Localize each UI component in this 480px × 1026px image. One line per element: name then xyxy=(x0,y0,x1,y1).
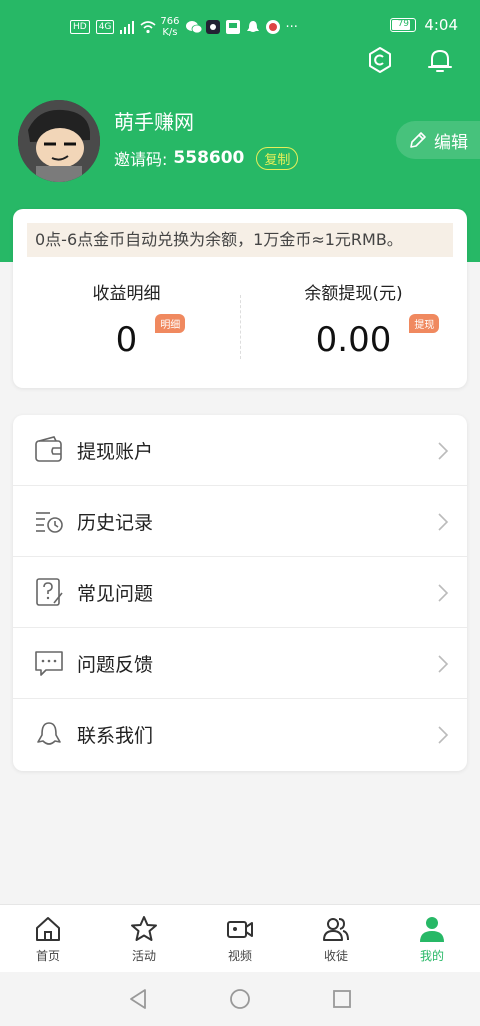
income-detail[interactable]: 收益明细 0 明细 xyxy=(13,279,240,360)
bottom-nav: 首页 活动 视频 收徒 我的 xyxy=(0,904,480,972)
chevron-right-icon xyxy=(438,584,449,602)
menu-list: 提现账户 历史记录 常见问题 问题反馈 联系我们 xyxy=(13,415,467,771)
video-icon xyxy=(227,921,253,938)
menu-item-label: 联系我们 xyxy=(77,725,154,747)
balance-value: 0.00 xyxy=(315,320,392,360)
system-nav-bar xyxy=(0,972,480,1026)
settings-icon[interactable] xyxy=(364,44,396,76)
chevron-right-icon xyxy=(438,442,449,460)
net-speed: 766 K/s xyxy=(160,16,179,38)
wifi-icon xyxy=(140,20,156,34)
balance-withdraw[interactable]: 余额提现(元) 0.00 提现 xyxy=(240,279,467,360)
faq-icon xyxy=(33,576,65,608)
home-circle-icon[interactable] xyxy=(229,988,251,1010)
income-value: 0 xyxy=(115,320,138,360)
network-badge: 4G xyxy=(95,20,115,34)
menu-item-history[interactable]: 历史记录 xyxy=(13,486,467,557)
clock: 4:04 xyxy=(424,16,458,34)
username: 萌手赚网 xyxy=(114,110,194,134)
menu-item-label: 问题反馈 xyxy=(77,653,154,676)
nav-label: 我的 xyxy=(419,949,444,963)
balance-label: 余额提现(元) xyxy=(304,284,403,304)
nav-mine[interactable]: 我的 xyxy=(384,905,480,972)
more-notifications-icon: ··· xyxy=(285,19,298,35)
qq-icon xyxy=(246,20,260,34)
wallet-icon xyxy=(33,434,65,466)
app-icon xyxy=(205,20,220,34)
recents-icon[interactable] xyxy=(331,988,353,1010)
net-speed-value: 766 xyxy=(160,16,180,27)
battery-level: 79 xyxy=(397,19,410,29)
nav-label: 活动 xyxy=(131,949,156,963)
nav-home[interactable]: 首页 xyxy=(0,905,96,972)
chevron-right-icon xyxy=(438,726,449,744)
app-icon xyxy=(225,20,240,34)
earnings-card: 0点-6点金币自动兑换为余额，1万金币≈1元RMB。 收益明细 0 明细 余额提… xyxy=(13,209,467,388)
app-icon xyxy=(265,20,280,34)
net-speed-unit: K/s xyxy=(162,27,178,38)
menu-item-contact[interactable]: 联系我们 xyxy=(13,699,467,770)
history-icon xyxy=(33,505,65,537)
nav-label: 首页 xyxy=(35,949,60,963)
nav-label: 视频 xyxy=(227,949,252,963)
nav-label: 收徒 xyxy=(323,949,348,963)
menu-item-label: 常见问题 xyxy=(77,582,154,605)
feedback-icon xyxy=(33,647,65,679)
qq-icon xyxy=(33,719,65,751)
nav-video[interactable]: 视频 xyxy=(192,905,288,972)
star-icon xyxy=(131,916,157,941)
invite-label: 邀请码: xyxy=(114,150,168,169)
invite-code-row: 邀请码: 558600 复制 xyxy=(114,146,299,170)
avatar[interactable] xyxy=(18,100,100,182)
income-detail-tag[interactable]: 明细 xyxy=(155,314,186,333)
chevron-right-icon xyxy=(438,655,449,673)
copy-button[interactable]: 复制 xyxy=(256,146,299,170)
hd-badge: HD xyxy=(70,20,90,34)
users-icon xyxy=(323,918,349,941)
withdraw-tag[interactable]: 提现 xyxy=(409,314,440,333)
menu-item-feedback[interactable]: 问题反馈 xyxy=(13,628,467,699)
back-icon[interactable] xyxy=(127,988,149,1010)
nav-apprentice[interactable]: 收徒 xyxy=(288,905,384,972)
pencil-icon xyxy=(410,132,426,148)
battery-icon: 79 xyxy=(390,18,417,32)
signal-icon xyxy=(120,20,135,34)
menu-item-faq[interactable]: 常见问题 xyxy=(13,557,467,628)
bell-icon[interactable] xyxy=(424,44,456,76)
income-label: 收益明细 xyxy=(92,284,161,304)
home-icon xyxy=(36,917,60,941)
person-icon xyxy=(420,917,444,942)
invite-code: 558600 xyxy=(173,148,245,168)
nav-activity[interactable]: 活动 xyxy=(96,905,192,972)
chevron-right-icon xyxy=(438,513,449,531)
menu-item-withdraw-account[interactable]: 提现账户 xyxy=(13,415,467,486)
edit-profile-button[interactable]: 编辑 xyxy=(396,121,480,159)
menu-item-label: 历史记录 xyxy=(77,511,154,534)
notice-marquee: 0点-6点金币自动兑换为余额，1万金币≈1元RMB。 xyxy=(27,223,453,257)
menu-item-label: 提现账户 xyxy=(77,440,154,463)
wechat-icon xyxy=(185,20,202,34)
edit-label: 编辑 xyxy=(434,132,468,153)
